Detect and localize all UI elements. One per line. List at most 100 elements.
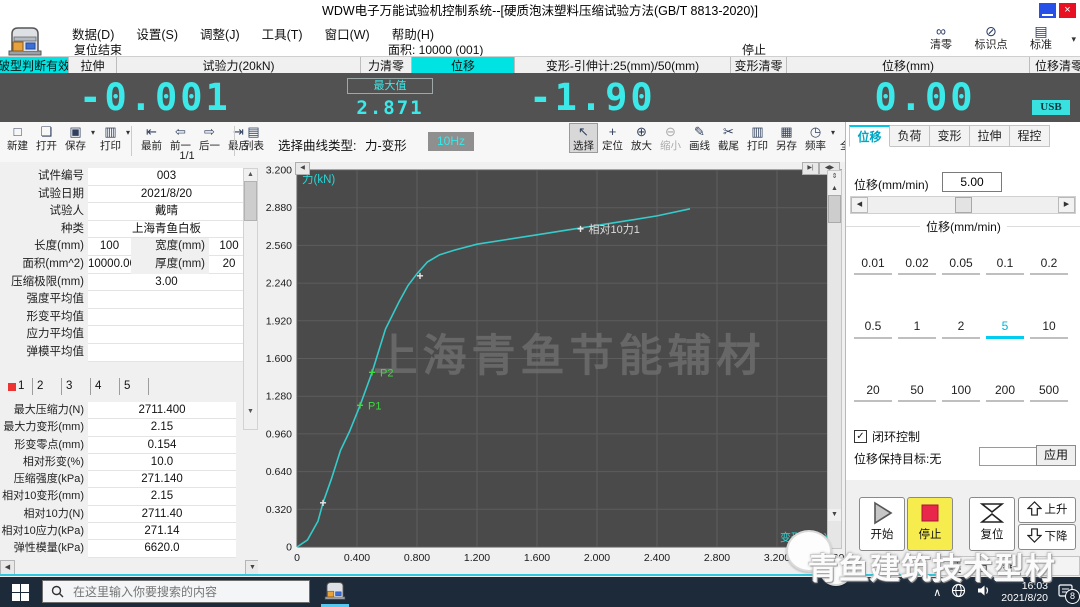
ime-more-icon[interactable]: ⋮ [1027,559,1040,574]
search-input[interactable] [71,584,295,600]
start-menu-icon[interactable] [12,584,29,604]
speed-preset-50[interactable]: 50 [898,383,936,402]
menu-item-2[interactable]: 设置(S) [136,24,178,40]
frequency-button[interactable]: ◷频率 [802,124,829,152]
locate-button[interactable]: +定位 [599,124,626,152]
form-value[interactable]: 戴晴 [88,203,245,221]
form-value[interactable]: 3.00 [88,274,245,292]
speed-preset-5[interactable]: 5 [986,319,1024,339]
tab-变形[interactable]: 变形 [930,125,970,147]
draw-line-button[interactable]: ✎画线 [686,124,713,152]
status-segment-4[interactable]: 力清零 [361,57,412,74]
result-tab-3[interactable]: 3 [62,378,91,395]
scroll-up-icon[interactable]: ▲ [244,169,257,181]
speed-preset-1[interactable]: 1 [898,319,936,339]
apply-button[interactable]: 应用 [1036,445,1076,466]
speed-preset-0.2[interactable]: 0.2 [1030,256,1068,275]
speed-preset-100[interactable]: 100 [942,383,980,402]
tab-负荷[interactable]: 负荷 [890,125,930,147]
speed-preset-0.5[interactable]: 0.5 [854,319,892,339]
rate-slider[interactable]: ◀ ▶ [850,196,1076,214]
menu-item-5[interactable]: 窗口(W) [325,24,370,40]
result-tab-2[interactable]: 2 [33,378,62,395]
scroll-thumb[interactable] [244,181,257,221]
form-value[interactable]: 100 [88,238,131,256]
scroll-left-icon[interactable]: ◀ [0,560,15,575]
quick-caret-icon[interactable]: ▾ [1071,34,1076,45]
speed-preset-0.1[interactable]: 0.1 [986,256,1024,275]
status-segment-7[interactable]: 变形清零 [731,57,787,74]
down-button[interactable]: 下降 [1018,524,1076,550]
taskbar-clock[interactable]: 16:03 2021/8/20 [1001,580,1048,604]
chart-pan-left-icon[interactable]: ◀ [295,162,310,175]
new-button[interactable]: □新建 [4,124,31,152]
zoom-in-button[interactable]: ⊕放大 [628,124,655,152]
slider-right-icon[interactable]: ▶ [1058,197,1075,213]
save-as-button[interactable]: ▦另存 [773,124,800,152]
rate-input[interactable] [942,172,1002,192]
menu-item-4[interactable]: 工具(T) [262,24,303,40]
tab-位移[interactable]: 位移 [849,125,890,147]
ime-lang-indicator[interactable]: 英 [949,557,962,576]
menu-item-3[interactable]: 调整(J) [200,24,240,40]
volume-icon[interactable] [976,583,991,601]
print-button[interactable]: ▥打印 [97,124,124,152]
standard-button[interactable]: ▤标准 [1020,23,1062,52]
result-tab-4[interactable]: 4 [91,378,120,395]
tab-拉伸[interactable]: 拉伸 [970,125,1010,147]
save-caret-icon[interactable]: ▾ [91,128,95,156]
slider-left-icon[interactable]: ◀ [851,197,868,213]
mark-point-button[interactable]: ⊘标识点 [970,23,1012,52]
start-button[interactable]: 开始 [859,497,905,551]
reset-button[interactable]: 复位 [969,497,1015,551]
first-button[interactable]: ⇤最前 [138,124,165,152]
speed-preset-20[interactable]: 20 [854,383,892,402]
chart-scroll-expand-icon[interactable]: ⇕ [828,171,841,183]
ime-settings-gear-icon[interactable]: ⚙ [1002,559,1013,574]
chart-scroll-up-icon[interactable]: ▲ [828,183,841,195]
speed-preset-0.05[interactable]: 0.05 [942,256,980,275]
menu-item-1[interactable]: 数据(D) [72,24,114,40]
taskbar-search[interactable] [42,580,310,603]
taskbar-app-icon[interactable] [320,579,350,605]
up-button[interactable]: 上升 [1018,497,1076,523]
prev-button[interactable]: ⇦前一 [167,124,194,152]
print-caret-icon[interactable]: ▾ [126,128,130,156]
form-value[interactable] [88,291,245,309]
form-value[interactable]: 10000.00 [88,256,131,274]
list-button[interactable]: ▤列表 [240,124,267,152]
result-tab-1[interactable]: 1 [4,378,33,395]
chart-pan-right-icon[interactable]: ▶| [802,162,819,175]
tray-chevron-icon[interactable]: ∧ [933,586,941,599]
form-value[interactable] [88,344,245,362]
select-button[interactable]: ↖选择 [570,124,597,152]
trim-button[interactable]: ✂截尾 [715,124,742,152]
speed-preset-500[interactable]: 500 [1030,383,1068,402]
clear-zero-button[interactable]: ∞清零 [920,23,962,52]
open-button[interactable]: ❏打开 [33,124,60,152]
status-segment-9[interactable]: 位移清零 [1030,57,1080,74]
speed-preset-10[interactable]: 10 [1030,319,1068,339]
save-button[interactable]: ▣保存 [62,124,89,152]
closed-loop-checkbox[interactable]: ✓ [854,430,867,443]
form-value[interactable] [88,309,245,327]
speed-preset-200[interactable]: 200 [986,383,1024,402]
chart-scroll-down-icon[interactable]: ▼ [828,509,841,521]
form-value[interactable]: 003 [88,168,245,186]
tab-程控[interactable]: 程控 [1010,125,1050,147]
stop-button[interactable]: 停止 [907,497,953,551]
frequency-caret-icon[interactable]: ▾ [831,128,835,156]
form-scrollbar[interactable]: ▲ ▼ [243,168,258,430]
minimize-button[interactable] [1039,3,1056,18]
form-value[interactable] [88,326,245,344]
close-button[interactable]: × [1059,3,1076,18]
slider-thumb[interactable] [955,197,972,213]
speed-preset-0.02[interactable]: 0.02 [898,256,936,275]
form-value[interactable]: 上海青鱼白板 [88,221,245,239]
speed-preset-2[interactable]: 2 [942,319,980,339]
curve-type-value[interactable]: 力-变形 [365,135,407,154]
chart-scrollbar[interactable]: ⇕ ▲ ▼ [827,170,842,549]
print-chart-button[interactable]: ▥打印 [744,124,771,152]
result-tab-5[interactable]: 5 [120,378,149,395]
hold-target-input[interactable] [979,447,1037,466]
